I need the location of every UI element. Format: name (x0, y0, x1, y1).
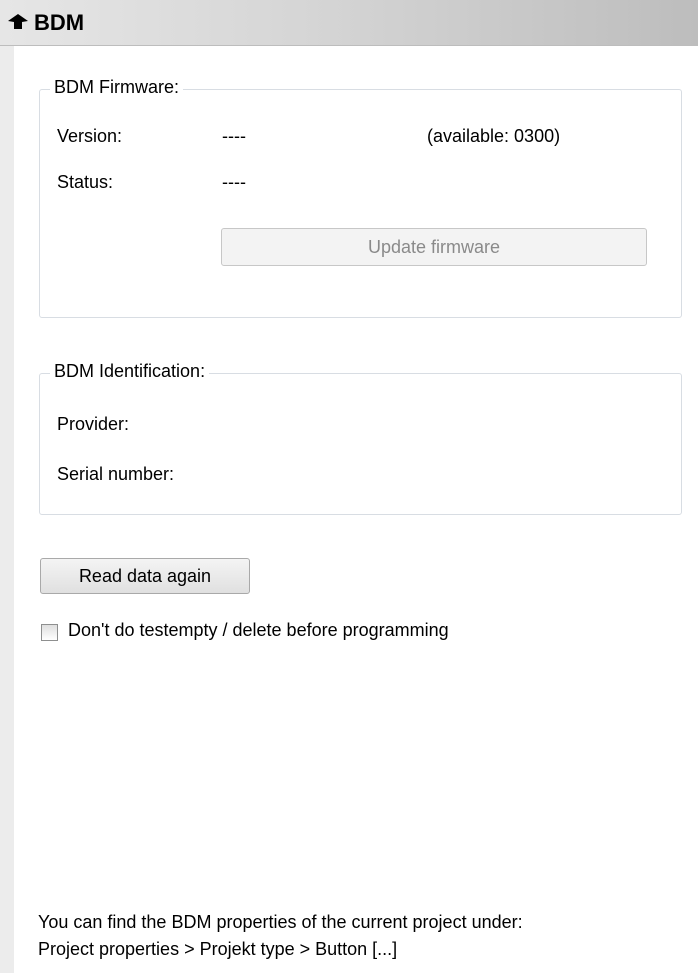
version-value: ---- (222, 126, 246, 146)
identification-group-legend: BDM Identification: (50, 361, 210, 382)
testempty-checkbox-label[interactable]: Don't do testempty / delete before progr… (68, 620, 449, 641)
serial-number-label: Serial number: (57, 464, 175, 484)
version-label: Version: (57, 126, 123, 146)
firmware-group: BDM Firmware: (39, 77, 682, 318)
status-value: ---- (222, 172, 246, 192)
panel-title-bar: BDM (0, 0, 698, 46)
identification-group: BDM Identification: (39, 361, 682, 515)
available-version-text: (available: 0300) (427, 126, 561, 146)
panel-title: BDM (34, 10, 85, 35)
update-firmware-button[interactable]: Update firmware (221, 228, 647, 266)
left-edge (0, 46, 14, 973)
status-label: Status: (57, 172, 114, 192)
chip-icon (8, 14, 28, 29)
read-data-again-button[interactable]: Read data again (40, 558, 250, 594)
bdm-panel: BDM BDM Firmware: Version: ---- (availab… (0, 0, 698, 973)
testempty-checkbox[interactable] (41, 624, 58, 641)
info-text-line2: Project properties > Projekt type > Butt… (38, 939, 398, 959)
info-text-line1: You can find the BDM properties of the c… (38, 912, 523, 932)
firmware-group-legend: BDM Firmware: (50, 77, 183, 98)
provider-label: Provider: (57, 414, 130, 434)
